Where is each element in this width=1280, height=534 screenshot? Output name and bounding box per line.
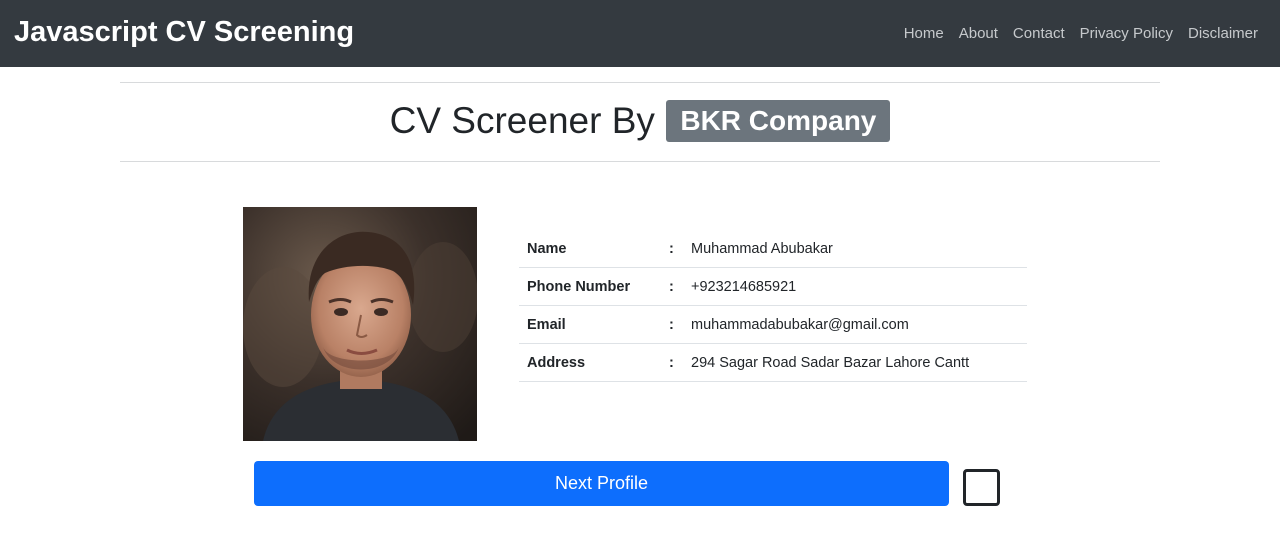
profile-photo-image [243,207,477,441]
row-separator: : [669,267,691,306]
page-title: CV Screener By BKR Company [0,100,1280,142]
profile-photo [243,207,477,441]
next-profile-button[interactable]: Next Profile [254,461,949,506]
nav-link-contact[interactable]: Contact [1013,24,1065,44]
row-value: +923214685921 [691,267,1027,306]
row-separator: : [669,305,691,344]
select-checkbox[interactable] [963,469,1000,506]
row-label: Name [519,230,669,268]
profile-info-table: Name : Muhammad Abubakar Phone Number : … [519,230,1027,382]
row-separator: : [669,230,691,268]
navbar: Javascript CV Screening Home About Conta… [0,0,1280,67]
nav-link-privacy-policy[interactable]: Privacy Policy [1080,24,1173,44]
row-value: muhammadabubakar@gmail.com [691,305,1027,344]
page-title-text: CV Screener By [389,100,655,141]
divider-top [120,82,1160,83]
row-value: 294 Sagar Road Sadar Bazar Lahore Cantt [691,343,1027,382]
row-separator: : [669,343,691,382]
nav-links: Home About Contact Privacy Policy Discla… [904,24,1258,44]
row-label: Address [519,343,669,382]
company-badge: BKR Company [666,100,891,142]
row-value: Muhammad Abubakar [691,230,1027,268]
nav-link-home[interactable]: Home [904,24,944,44]
row-label: Email [519,305,669,344]
divider-bottom [120,161,1160,162]
nav-link-disclaimer[interactable]: Disclaimer [1188,24,1258,44]
table-row-email: Email : muhammadabubakar@gmail.com [519,305,1027,344]
row-label: Phone Number [519,267,669,306]
table-row-phone: Phone Number : +923214685921 [519,267,1027,306]
table-row-name: Name : Muhammad Abubakar [519,230,1027,268]
table-row-address: Address : 294 Sagar Road Sadar Bazar Lah… [519,343,1027,382]
nav-link-about[interactable]: About [959,24,998,44]
brand-title[interactable]: Javascript CV Screening [14,13,354,51]
